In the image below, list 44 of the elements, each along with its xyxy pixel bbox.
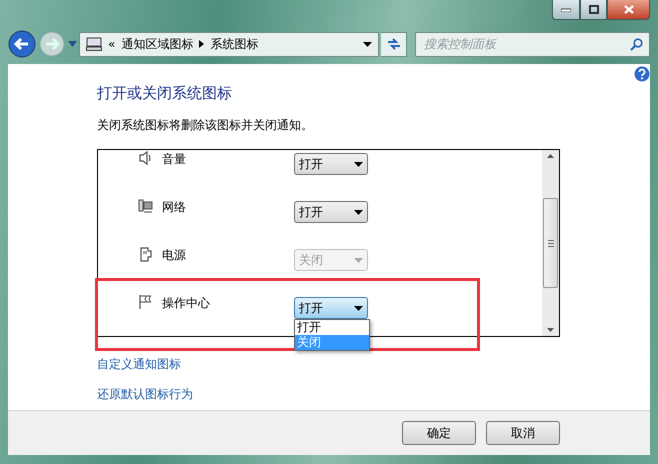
breadcrumb-overflow[interactable]: « [108, 35, 116, 53]
behavior-select[interactable]: 打开 [294, 201, 368, 223]
close-icon [624, 5, 634, 14]
caret-icon[interactable] [68, 41, 77, 47]
icon-name: 操作中心 [162, 295, 210, 312]
maximize-icon [588, 5, 598, 14]
flag-icon [138, 294, 154, 310]
dialog-button[interactable]: 取消 [486, 421, 560, 445]
link[interactable]: 还原默认图标行为 [97, 385, 193, 403]
network-icon [138, 198, 154, 214]
scrollbar[interactable] [542, 150, 559, 336]
search-icon [630, 38, 643, 50]
plug-icon [138, 246, 154, 262]
minimize-button[interactable] [552, 0, 580, 20]
icon-name: 电源 [162, 247, 186, 264]
caret-icon [354, 162, 363, 166]
caret-icon [354, 210, 363, 214]
breadcrumb-item[interactable]: 通知区域图标 [121, 35, 194, 53]
scroll-thumb[interactable] [543, 198, 558, 288]
dialog-button[interactable]: 确定 [402, 421, 476, 445]
help-icon[interactable] [634, 66, 650, 82]
dropdown-option[interactable]: 打开 [295, 320, 369, 335]
breadcrumb-item[interactable]: 系统图标 [210, 35, 258, 53]
back-button[interactable] [8, 30, 36, 58]
refresh-icon [386, 37, 402, 51]
chevron-icon[interactable] [199, 40, 204, 48]
caret-icon [354, 306, 363, 310]
grip-icon [548, 240, 554, 246]
dropdown-icon[interactable] [363, 42, 372, 46]
icon-name: 网络 [162, 199, 186, 216]
computer-icon [86, 37, 102, 51]
close-button[interactable] [607, 0, 650, 20]
search-field[interactable]: 搜索控制面板 [415, 32, 650, 56]
minimize-icon [561, 8, 571, 12]
maximize-button[interactable] [580, 0, 607, 20]
search-input[interactable]: 搜索控制面板 [422, 34, 630, 54]
refresh-button[interactable] [381, 32, 407, 56]
link[interactable]: 自定义通知图标 [97, 355, 181, 373]
page-heading: 打开或关闭系统图标 [97, 84, 233, 102]
behavior-select[interactable]: 打开 [294, 153, 368, 175]
caret-icon [354, 258, 363, 262]
icon-name: 音量 [162, 151, 186, 168]
address-bar[interactable]: « 通知区域图标 系统图标 [79, 32, 379, 56]
description-text: 关闭系统图标将删除该图标并关闭通知。 [97, 117, 314, 134]
